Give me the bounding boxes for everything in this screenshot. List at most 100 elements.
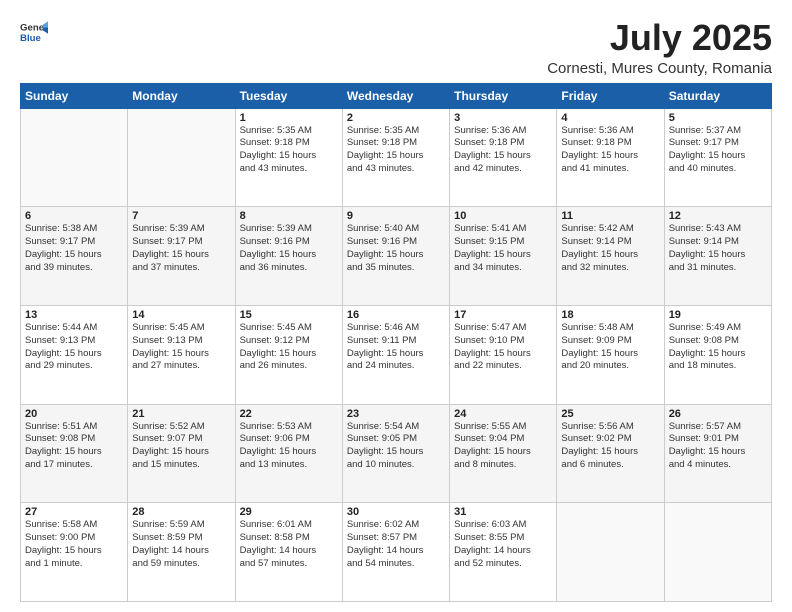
calendar-empty-cell [557,503,664,602]
day-number: 6 [25,210,123,222]
header: General Blue July 2025 Cornesti, Mures C… [20,18,772,77]
calendar-week-row: 1Sunrise: 5:35 AM Sunset: 9:18 PM Daylig… [21,108,772,207]
day-number: 8 [240,210,338,222]
title-block: July 2025 Cornesti, Mures County, Romani… [547,18,772,77]
calendar-empty-cell [664,503,771,602]
calendar-week-row: 13Sunrise: 5:44 AM Sunset: 9:13 PM Dayli… [21,305,772,404]
calendar-day-cell: 5Sunrise: 5:37 AM Sunset: 9:17 PM Daylig… [664,108,771,207]
calendar-day-cell: 17Sunrise: 5:47 AM Sunset: 9:10 PM Dayli… [450,305,557,404]
calendar-header-monday: Monday [128,83,235,108]
day-number: 7 [132,210,230,222]
day-info: Sunrise: 5:35 AM Sunset: 9:18 PM Dayligh… [347,125,445,176]
day-number: 13 [25,309,123,321]
calendar-header-row: SundayMondayTuesdayWednesdayThursdayFrid… [21,83,772,108]
day-number: 1 [240,112,338,124]
day-number: 26 [669,408,767,420]
day-number: 3 [454,112,552,124]
calendar-day-cell: 6Sunrise: 5:38 AM Sunset: 9:17 PM Daylig… [21,207,128,306]
calendar-week-row: 27Sunrise: 5:58 AM Sunset: 9:00 PM Dayli… [21,503,772,602]
calendar-day-cell: 8Sunrise: 5:39 AM Sunset: 9:16 PM Daylig… [235,207,342,306]
calendar-day-cell: 14Sunrise: 5:45 AM Sunset: 9:13 PM Dayli… [128,305,235,404]
calendar-day-cell: 29Sunrise: 6:01 AM Sunset: 8:58 PM Dayli… [235,503,342,602]
calendar-day-cell: 28Sunrise: 5:59 AM Sunset: 8:59 PM Dayli… [128,503,235,602]
day-number: 5 [669,112,767,124]
calendar-day-cell: 22Sunrise: 5:53 AM Sunset: 9:06 PM Dayli… [235,404,342,503]
calendar-header-wednesday: Wednesday [342,83,449,108]
day-info: Sunrise: 5:51 AM Sunset: 9:08 PM Dayligh… [25,421,123,472]
day-number: 14 [132,309,230,321]
day-info: Sunrise: 5:52 AM Sunset: 9:07 PM Dayligh… [132,421,230,472]
day-number: 23 [347,408,445,420]
day-info: Sunrise: 5:57 AM Sunset: 9:01 PM Dayligh… [669,421,767,472]
calendar-day-cell: 16Sunrise: 5:46 AM Sunset: 9:11 PM Dayli… [342,305,449,404]
day-info: Sunrise: 6:02 AM Sunset: 8:57 PM Dayligh… [347,519,445,570]
day-info: Sunrise: 5:43 AM Sunset: 9:14 PM Dayligh… [669,223,767,274]
day-number: 22 [240,408,338,420]
day-number: 10 [454,210,552,222]
day-number: 9 [347,210,445,222]
day-info: Sunrise: 5:44 AM Sunset: 9:13 PM Dayligh… [25,322,123,373]
day-info: Sunrise: 5:37 AM Sunset: 9:17 PM Dayligh… [669,125,767,176]
day-number: 27 [25,506,123,518]
calendar-header-sunday: Sunday [21,83,128,108]
day-info: Sunrise: 5:45 AM Sunset: 9:13 PM Dayligh… [132,322,230,373]
calendar-empty-cell [128,108,235,207]
calendar-header-thursday: Thursday [450,83,557,108]
day-info: Sunrise: 5:39 AM Sunset: 9:16 PM Dayligh… [240,223,338,274]
calendar-day-cell: 26Sunrise: 5:57 AM Sunset: 9:01 PM Dayli… [664,404,771,503]
calendar-day-cell: 18Sunrise: 5:48 AM Sunset: 9:09 PM Dayli… [557,305,664,404]
day-info: Sunrise: 5:53 AM Sunset: 9:06 PM Dayligh… [240,421,338,472]
day-info: Sunrise: 5:48 AM Sunset: 9:09 PM Dayligh… [561,322,659,373]
day-info: Sunrise: 5:39 AM Sunset: 9:17 PM Dayligh… [132,223,230,274]
day-number: 15 [240,309,338,321]
calendar-day-cell: 3Sunrise: 5:36 AM Sunset: 9:18 PM Daylig… [450,108,557,207]
calendar-week-row: 20Sunrise: 5:51 AM Sunset: 9:08 PM Dayli… [21,404,772,503]
day-number: 18 [561,309,659,321]
day-number: 19 [669,309,767,321]
day-info: Sunrise: 5:40 AM Sunset: 9:16 PM Dayligh… [347,223,445,274]
day-info: Sunrise: 5:58 AM Sunset: 9:00 PM Dayligh… [25,519,123,570]
calendar-day-cell: 1Sunrise: 5:35 AM Sunset: 9:18 PM Daylig… [235,108,342,207]
logo-icon: General Blue [20,18,48,46]
page: General Blue July 2025 Cornesti, Mures C… [0,0,792,612]
calendar-day-cell: 15Sunrise: 5:45 AM Sunset: 9:12 PM Dayli… [235,305,342,404]
calendar-day-cell: 12Sunrise: 5:43 AM Sunset: 9:14 PM Dayli… [664,207,771,306]
calendar-day-cell: 7Sunrise: 5:39 AM Sunset: 9:17 PM Daylig… [128,207,235,306]
calendar-day-cell: 30Sunrise: 6:02 AM Sunset: 8:57 PM Dayli… [342,503,449,602]
day-info: Sunrise: 5:42 AM Sunset: 9:14 PM Dayligh… [561,223,659,274]
day-number: 29 [240,506,338,518]
calendar-header-saturday: Saturday [664,83,771,108]
calendar-header-friday: Friday [557,83,664,108]
day-info: Sunrise: 5:36 AM Sunset: 9:18 PM Dayligh… [561,125,659,176]
day-info: Sunrise: 5:47 AM Sunset: 9:10 PM Dayligh… [454,322,552,373]
day-info: Sunrise: 5:41 AM Sunset: 9:15 PM Dayligh… [454,223,552,274]
day-number: 24 [454,408,552,420]
day-info: Sunrise: 6:01 AM Sunset: 8:58 PM Dayligh… [240,519,338,570]
day-number: 30 [347,506,445,518]
calendar-day-cell: 20Sunrise: 5:51 AM Sunset: 9:08 PM Dayli… [21,404,128,503]
day-info: Sunrise: 5:59 AM Sunset: 8:59 PM Dayligh… [132,519,230,570]
day-info: Sunrise: 5:49 AM Sunset: 9:08 PM Dayligh… [669,322,767,373]
calendar-week-row: 6Sunrise: 5:38 AM Sunset: 9:17 PM Daylig… [21,207,772,306]
calendar-day-cell: 10Sunrise: 5:41 AM Sunset: 9:15 PM Dayli… [450,207,557,306]
day-info: Sunrise: 5:36 AM Sunset: 9:18 PM Dayligh… [454,125,552,176]
day-number: 11 [561,210,659,222]
day-info: Sunrise: 6:03 AM Sunset: 8:55 PM Dayligh… [454,519,552,570]
day-number: 28 [132,506,230,518]
logo: General Blue [20,18,48,46]
month-title: July 2025 [547,18,772,58]
day-number: 21 [132,408,230,420]
calendar-header-tuesday: Tuesday [235,83,342,108]
calendar-day-cell: 2Sunrise: 5:35 AM Sunset: 9:18 PM Daylig… [342,108,449,207]
day-info: Sunrise: 5:35 AM Sunset: 9:18 PM Dayligh… [240,125,338,176]
day-info: Sunrise: 5:56 AM Sunset: 9:02 PM Dayligh… [561,421,659,472]
calendar-empty-cell [21,108,128,207]
calendar-table: SundayMondayTuesdayWednesdayThursdayFrid… [20,83,772,602]
calendar-day-cell: 13Sunrise: 5:44 AM Sunset: 9:13 PM Dayli… [21,305,128,404]
day-number: 25 [561,408,659,420]
svg-text:Blue: Blue [20,33,41,44]
calendar-day-cell: 31Sunrise: 6:03 AM Sunset: 8:55 PM Dayli… [450,503,557,602]
calendar-day-cell: 23Sunrise: 5:54 AM Sunset: 9:05 PM Dayli… [342,404,449,503]
calendar-day-cell: 11Sunrise: 5:42 AM Sunset: 9:14 PM Dayli… [557,207,664,306]
day-number: 16 [347,309,445,321]
